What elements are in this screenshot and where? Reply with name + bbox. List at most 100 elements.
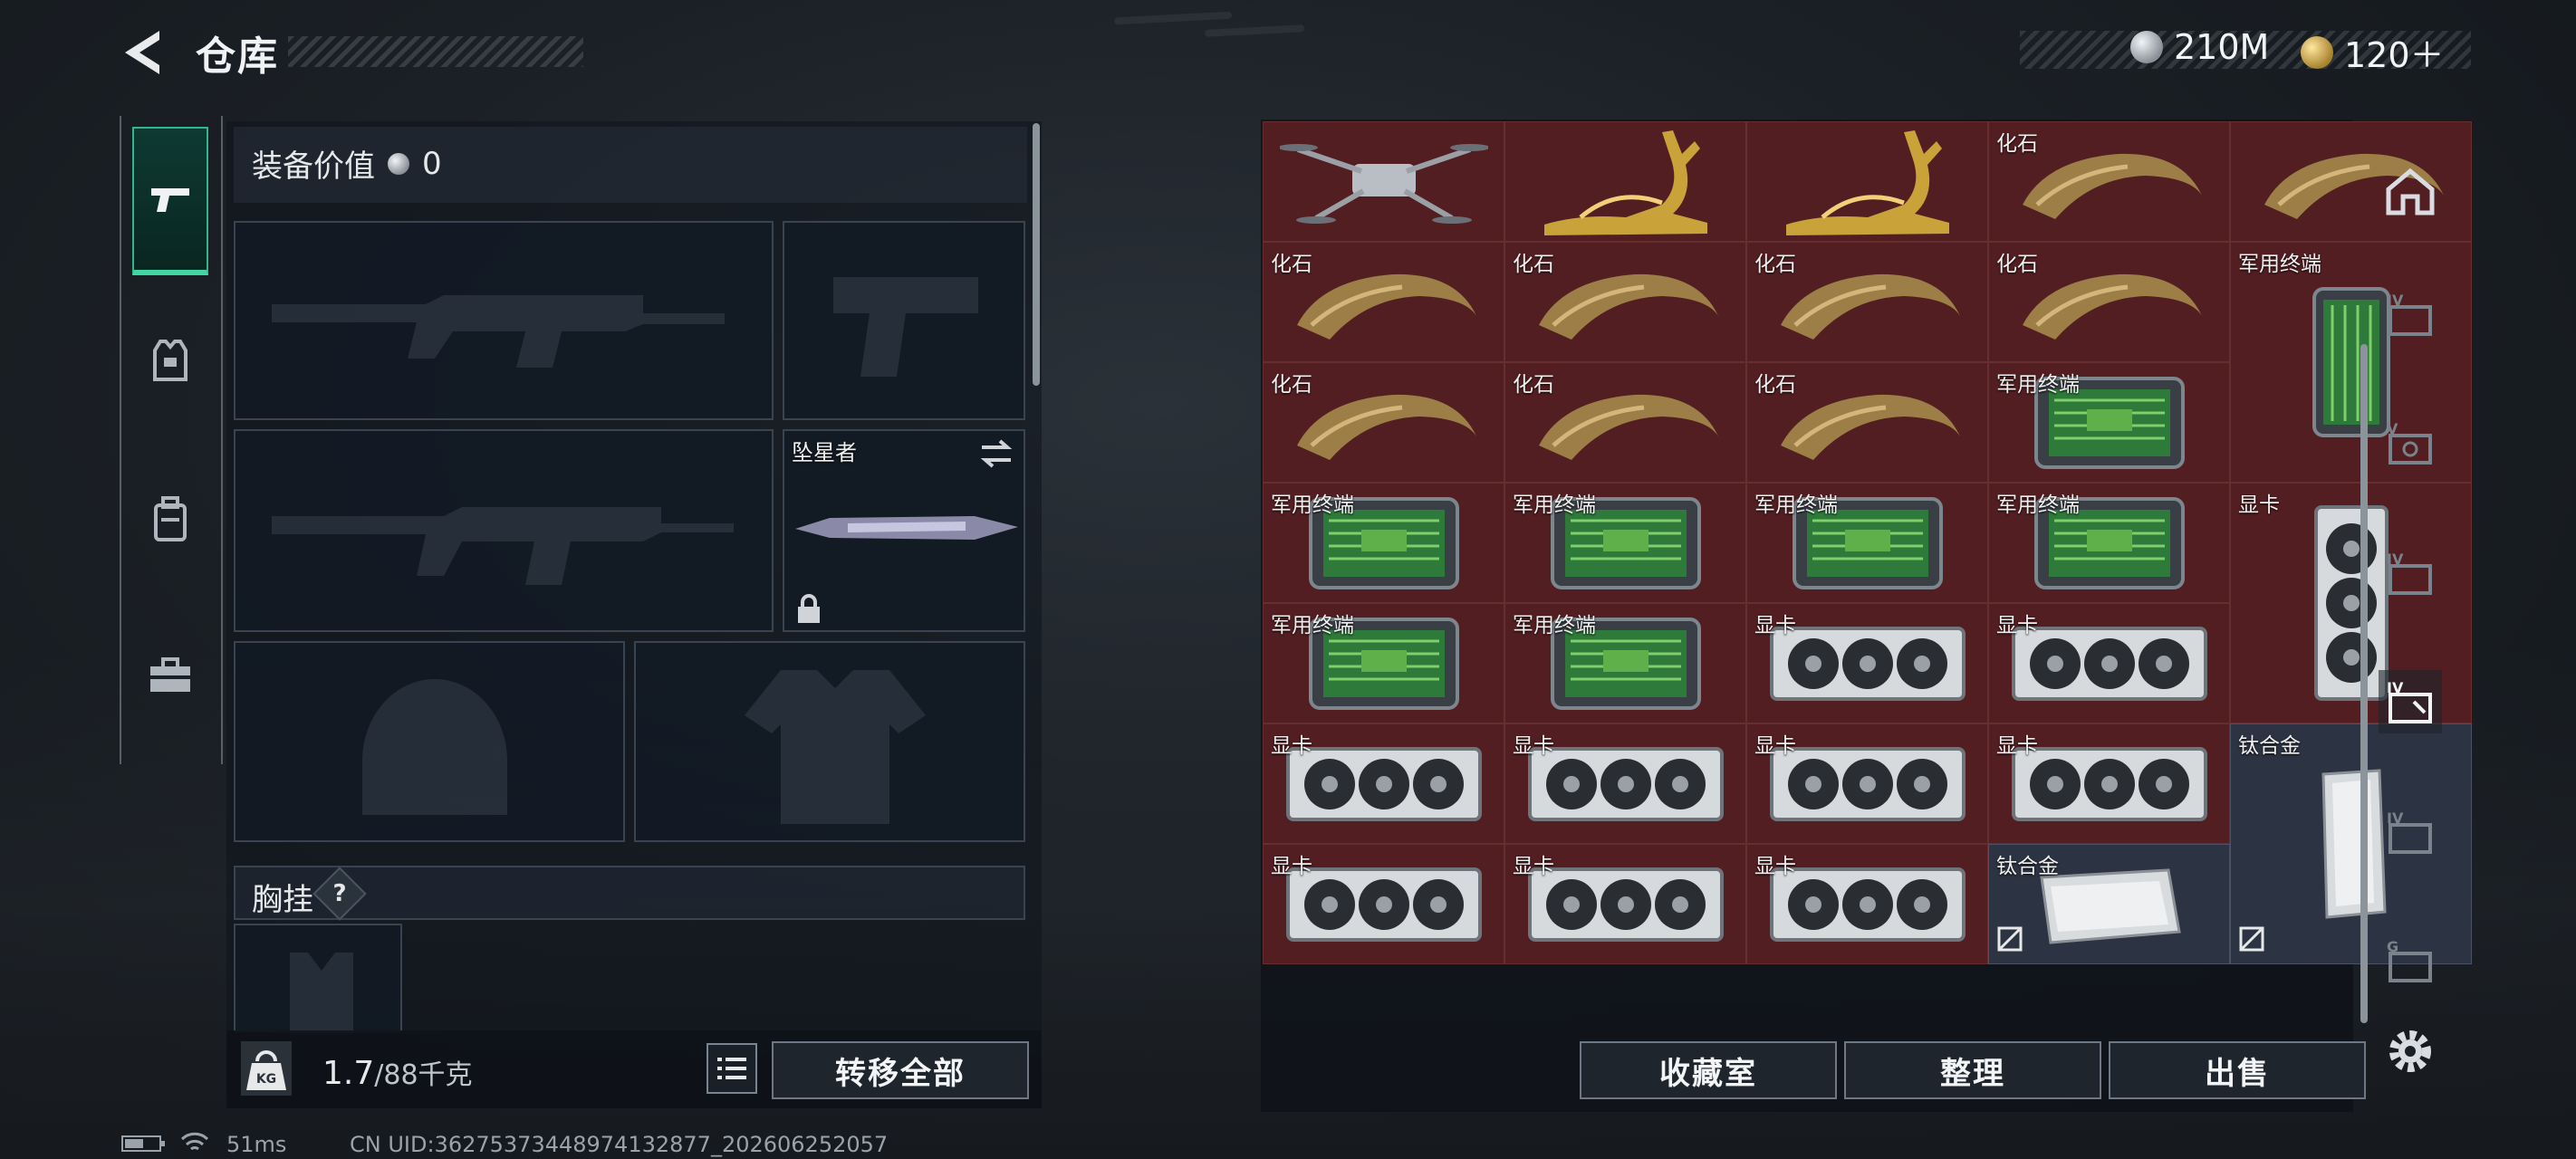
inventory-item-label: 军用终端 (1513, 614, 1596, 637)
equipment-value-amount: 0 (422, 145, 442, 182)
silver-coin-icon (388, 152, 409, 175)
inventory-item[interactable]: 显卡 (1263, 723, 1504, 844)
back-arrow-icon[interactable] (116, 25, 170, 80)
storage-crate-icon: IV (2387, 679, 2432, 723)
inventory-item-label: 化石 (1996, 132, 2038, 156)
inventory-item-label: 化石 (1271, 253, 1312, 276)
inventory-item[interactable]: 显卡 (1504, 723, 1746, 844)
currency-gold-value: 120＋ (2344, 35, 2445, 75)
body-armor-slot[interactable] (634, 641, 1025, 842)
helmet-slot[interactable] (234, 641, 625, 842)
inventory-item[interactable] (1263, 121, 1504, 242)
inventory-item[interactable]: 军用终端 (1746, 483, 1988, 603)
inventory-item[interactable]: 显卡 (1746, 844, 1988, 964)
gold-coin-icon (2301, 35, 2333, 69)
inventory-item[interactable]: 化石 (1988, 242, 2230, 362)
inventory-item-label: 显卡 (2238, 493, 2280, 517)
currency-gold[interactable]: 120＋ (2301, 27, 2445, 77)
melee-slot[interactable]: 坠星者 (783, 429, 1025, 632)
inventory-item[interactable] (1504, 121, 1746, 242)
weight-max: /88千克 (374, 1059, 473, 1091)
primary-weapon-slot[interactable] (234, 221, 774, 420)
inventory-item[interactable]: 钛合金 (1988, 844, 2230, 964)
container-scrollbar[interactable] (2360, 344, 2368, 1023)
melee-label: 坠星者 (792, 440, 857, 465)
knife-icon (795, 516, 1018, 540)
inventory-item-label: 军用终端 (1754, 493, 1838, 517)
inventory-item[interactable]: 化石 (1504, 362, 1746, 483)
inventory-item[interactable]: 军用终端 (1504, 483, 1746, 603)
equipment-scrollbar[interactable] (1033, 123, 1040, 386)
inventory-item[interactable]: 化石 (1263, 362, 1504, 483)
drone-icon (1264, 122, 1504, 241)
rifle-silhouette-icon (272, 507, 734, 585)
inventory-item-label: 化石 (1754, 373, 1796, 397)
kettlebell-icon: KG (246, 1050, 286, 1090)
inventory-item[interactable]: 显卡 (1263, 844, 1504, 964)
kg-badge: KG (256, 1072, 276, 1087)
organize-button[interactable]: 整理 (1844, 1041, 2101, 1099)
inventory-item[interactable]: 显卡 (1746, 603, 1988, 723)
tab-storage-home[interactable] (2379, 159, 2442, 223)
inventory-item[interactable]: 显卡 (1988, 603, 2230, 723)
inventory-item[interactable] (1746, 121, 1988, 242)
inventory-item[interactable]: 显卡 (1746, 723, 1988, 844)
collection-room-button[interactable]: 收藏室 (1580, 1041, 1837, 1099)
inventory-item-label: 显卡 (1513, 734, 1554, 758)
inventory-item[interactable]: 化石 (1504, 242, 1746, 362)
settings-gear-icon[interactable] (2382, 1023, 2438, 1079)
lock-icon (798, 594, 820, 623)
inventory-item-label: 化石 (1996, 253, 2038, 276)
storage-crate-icon: IV (2387, 292, 2432, 336)
inventory-item-label: 化石 (1754, 253, 1796, 276)
inventory-item[interactable]: 军用终端 (1988, 483, 2230, 603)
tab-armor[interactable] (132, 322, 208, 398)
equipment-value: 装备价值 0 (252, 141, 442, 186)
chest-rig-slot[interactable] (234, 924, 402, 1034)
pistol-icon (151, 188, 189, 212)
secondary-weapon-slot[interactable] (234, 429, 774, 632)
not-tradable-icon (1996, 925, 2023, 958)
tab-storage-1[interactable]: IV (2379, 283, 2442, 346)
tab-storage-3[interactable]: IV (2379, 541, 2442, 605)
inventory-item-label: 显卡 (1271, 855, 1312, 878)
background-light-streak (1204, 24, 1305, 37)
backpack-icon (154, 496, 187, 541)
weight-icon: KG (241, 1041, 292, 1096)
tab-storage-2[interactable]: V (2379, 411, 2442, 474)
inventory-item[interactable]: 军用终端 (1988, 362, 2230, 483)
storage-crate-icon: V (2387, 420, 2432, 465)
inventory-item-label: 显卡 (1996, 734, 2038, 758)
inventory-item[interactable]: 军用终端 (1504, 603, 1746, 723)
tab-toolbox[interactable] (132, 637, 208, 714)
tab-weapons[interactable] (132, 127, 208, 275)
inventory-item[interactable]: 化石 (1988, 121, 2230, 242)
tab-storage-6[interactable]: G (2379, 929, 2442, 992)
inventory-item-label: 军用终端 (1996, 493, 2080, 517)
inventory-item[interactable]: 化石 (1263, 242, 1504, 362)
tab-backpack[interactable] (132, 482, 208, 558)
helmet-silhouette-icon (362, 679, 507, 815)
pistol-slot[interactable] (783, 221, 1025, 420)
armor-silhouette-icon (745, 670, 926, 824)
assault-rifle-silhouette-icon (272, 295, 725, 368)
battery-icon (121, 1135, 165, 1152)
tab-storage-5[interactable]: IV (2379, 800, 2442, 864)
inventory-item[interactable]: 化石 (1746, 242, 1988, 362)
sell-button[interactable]: 出售 (2109, 1041, 2366, 1099)
inventory-item-label: 军用终端 (2238, 253, 2321, 276)
inventory-item-label: 钛合金 (1996, 855, 2059, 878)
inventory-item[interactable]: 显卡 (1504, 844, 1746, 964)
golden-deer-icon (1747, 122, 1987, 241)
inventory-item-label: 显卡 (1513, 855, 1554, 878)
swap-arrows-icon[interactable] (978, 438, 1014, 469)
list-view-button[interactable] (706, 1043, 757, 1094)
inventory-item[interactable]: 化石 (1746, 362, 1988, 483)
inventory-item-label: 化石 (1513, 373, 1554, 397)
inventory-item[interactable]: 军用终端 (1263, 603, 1504, 723)
storage-crate-icon: IV (2387, 809, 2432, 854)
inventory-item[interactable]: 显卡 (1988, 723, 2230, 844)
tab-storage-4[interactable]: IV (2379, 670, 2442, 733)
inventory-item[interactable]: 军用终端 (1263, 483, 1504, 603)
transfer-all-button[interactable]: 转移全部 (772, 1041, 1029, 1099)
